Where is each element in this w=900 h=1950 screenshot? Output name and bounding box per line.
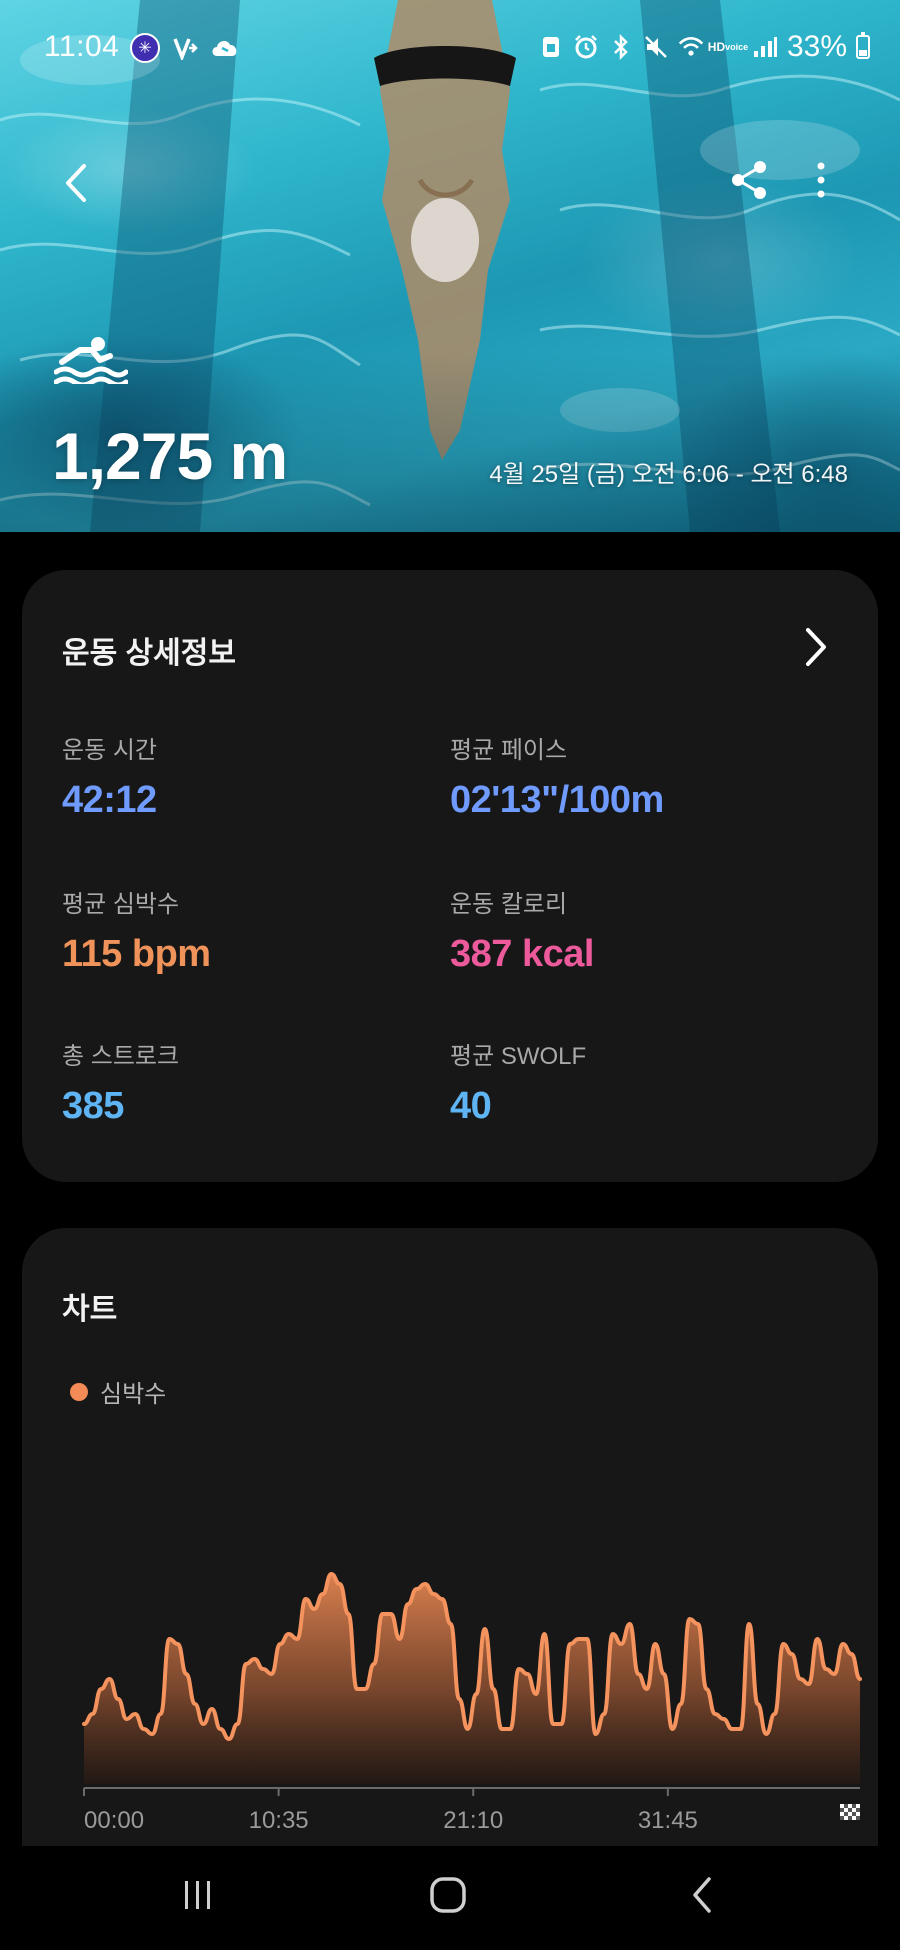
stat-avg-heart-rate: 평균 심박수 115 bpm (62, 884, 422, 976)
details-title: 운동 상세정보 (62, 637, 236, 670)
stat-avg-pace: 평균 페이스 02'13"/100m (450, 730, 810, 822)
stat-label: 평균 페이스 (450, 737, 568, 764)
stat-value: 40 (450, 1085, 492, 1127)
stat-value: 385 (62, 1085, 124, 1127)
heart-rate-chart[interactable]: 00:00 10:35 21:10 31:45 (58, 1546, 870, 1876)
x-tick-label: 10:35 (249, 1807, 309, 1834)
app-v-icon (170, 33, 200, 63)
stat-value: 387 kcal (450, 933, 594, 975)
status-time: 11:04 (44, 30, 120, 63)
home-button[interactable] (418, 1870, 478, 1920)
system-back-button[interactable] (672, 1870, 732, 1920)
share-icon (732, 161, 766, 199)
swimming-icon (54, 337, 128, 384)
signal-icon (752, 33, 778, 61)
mute-icon (643, 33, 669, 61)
wifi-icon (678, 33, 704, 61)
x-tick-label: 21:10 (443, 1807, 503, 1834)
stat-calories: 운동 칼로리 387 kcal (450, 884, 810, 976)
workout-detail-screen: 11:04 ✳ HD voice 33% 1,275 m 4월 25일 (금) … (0, 0, 900, 1950)
stat-avg-swolf: 평균 SWOLF 40 (450, 1036, 810, 1128)
recent-apps-button[interactable] (168, 1870, 228, 1920)
stat-value: 42:12 (62, 779, 157, 821)
stat-value: 02'13"/100m (450, 779, 664, 821)
alarm-icon (573, 33, 599, 61)
chart-legend: 심박수 (70, 1374, 166, 1409)
status-right-icons: HD voice 33% (538, 30, 870, 64)
stat-label: 평균 SWOLF (450, 1043, 587, 1070)
stat-total-strokes: 총 스트로크 385 (62, 1036, 422, 1128)
share-button[interactable] (728, 158, 772, 202)
cloud-icon (210, 33, 240, 63)
battery-percentage: 33% (786, 30, 847, 63)
back-arrow-icon (693, 1877, 711, 1913)
legend-label: 심박수 (100, 1381, 167, 1408)
app-circle-icon: ✳ (130, 33, 160, 63)
stat-value: 115 bpm (62, 933, 211, 975)
battery-icon (856, 32, 870, 59)
distance-value: 1,275 m (52, 419, 288, 493)
hd-voice-icon: HD voice (708, 33, 748, 61)
stat-duration: 운동 시간 42:12 (62, 730, 422, 822)
chevron-left-icon (66, 164, 86, 202)
save-icon (538, 33, 564, 61)
more-vertical-icon (817, 162, 825, 198)
bluetooth-icon (608, 33, 634, 61)
status-left-icons: ✳ (130, 33, 240, 63)
x-ticks: 00:00 10:35 21:10 31:45 (83, 1788, 860, 1834)
hero-pool-photo: 11:04 ✳ HD voice 33% 1,275 m 4월 25일 (금) … (0, 0, 900, 532)
x-tick-label: 31:45 (638, 1807, 698, 1834)
chevron-right-icon (806, 628, 826, 666)
details-more-button[interactable] (802, 624, 830, 670)
workout-datetime: 4월 25일 (금) 오전 6:06 - 오전 6:48 (489, 461, 848, 488)
status-bar: 11:04 ✳ HD voice 33% (0, 0, 900, 96)
legend-dot (70, 1382, 88, 1401)
chart-card[interactable]: 차트 심박수 00:00 10:35 21:10 31:45 (22, 1228, 878, 1950)
stat-label: 운동 칼로리 (450, 891, 568, 918)
heart-rate-line (82, 1572, 862, 1741)
stat-label: 운동 시간 (62, 737, 157, 764)
finish-flag-icon (840, 1804, 860, 1820)
hd-voice-bottom: voice (725, 42, 749, 52)
hd-voice-top: HD (707, 40, 726, 54)
back-button[interactable] (56, 158, 96, 208)
home-icon (430, 1877, 466, 1913)
x-tick-label: 00:00 (84, 1807, 144, 1834)
more-options-button[interactable] (806, 158, 836, 202)
stat-label: 평균 심박수 (62, 891, 180, 918)
stat-label: 총 스트로크 (62, 1043, 180, 1070)
recent-apps-icon (185, 1881, 210, 1909)
system-nav-bar (0, 1846, 900, 1950)
chart-title: 차트 (62, 1293, 118, 1326)
workout-details-card: 운동 상세정보 운동 시간 42:12 평균 페이스 02'13"/100m 평… (22, 570, 878, 1182)
